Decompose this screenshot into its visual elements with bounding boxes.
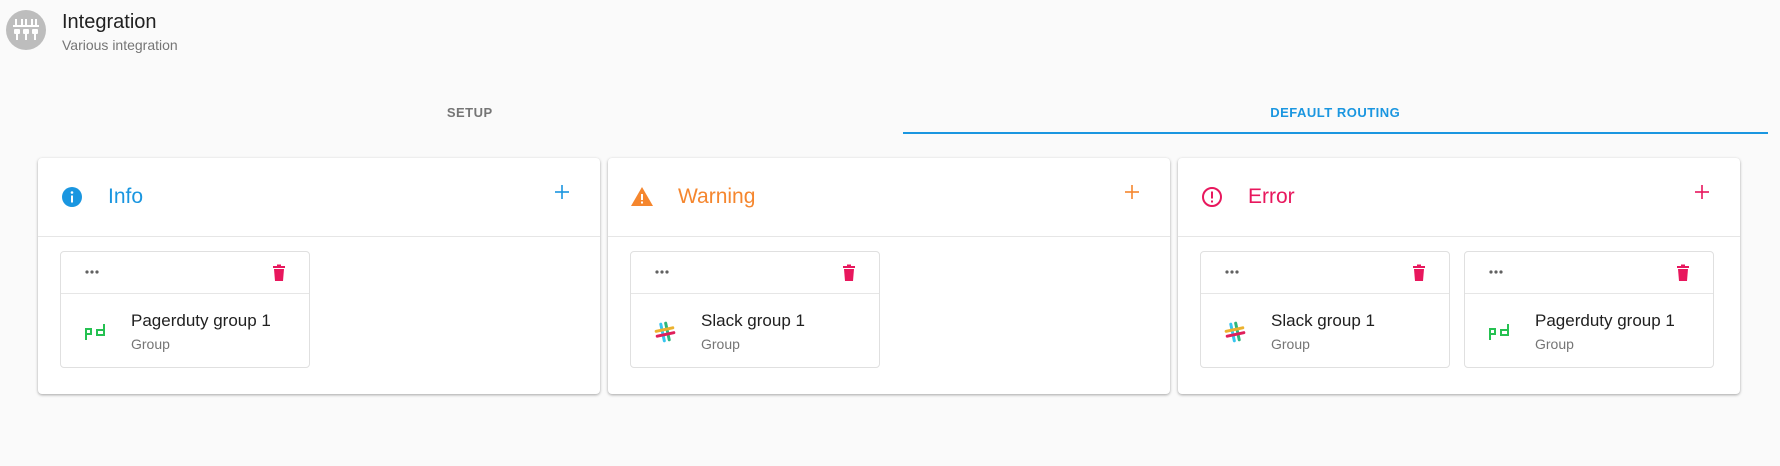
panel-title: Error [1248,185,1295,208]
routing-panels: Info Pagerduty group 1 Group Warning Sla… [38,158,1740,394]
delete-icon[interactable] [271,264,287,282]
panel-title: Warning [678,185,756,208]
panel-body: Slack group 1 Group [1178,237,1740,382]
plus-icon [1695,185,1709,199]
tab-setup[interactable]: SETUP [37,90,903,134]
panel-body: Slack group 1 Group [608,237,1170,382]
integration-card: Pagerduty group 1 Group [1464,251,1714,368]
add-button[interactable] [1118,178,1146,206]
panel-header: Error [1178,158,1740,237]
integration-card: Slack group 1 Group [1200,251,1450,368]
delete-icon[interactable] [841,264,857,282]
card-name: Slack group 1 [1271,311,1375,330]
tab-default-routing[interactable]: DEFAULT ROUTING [902,90,1769,134]
error-icon [1200,185,1224,209]
integration-card: Slack group 1 Group [630,251,880,368]
tab-bar: SETUP DEFAULT ROUTING [37,90,1768,134]
integration-plugs-icon [6,10,46,50]
pagerduty-logo [85,324,105,340]
slack-logo [654,321,676,343]
plus-icon [1125,185,1139,199]
card-type: Group [701,336,740,352]
info-icon [60,185,84,209]
add-button[interactable] [548,178,576,206]
card-name: Slack group 1 [701,311,805,330]
slack-logo [1224,321,1246,343]
more-icon[interactable] [83,265,101,279]
panel-header: Warning [608,158,1170,237]
panel-title: Info [108,185,144,208]
delete-icon[interactable] [1675,264,1691,282]
card-type: Group [1271,336,1310,352]
page-subtitle: Various integration [62,37,178,53]
card-name: Pagerduty group 1 [131,311,271,330]
panel-error: Error Slack group 1 Group Pagerduty grou… [1178,158,1740,394]
integration-card: Pagerduty group 1 Group [60,251,310,368]
panel-body: Pagerduty group 1 Group [38,237,600,382]
warning-icon [630,185,654,209]
panel-warning: Warning Slack group 1 Group [608,158,1170,394]
plus-icon [555,185,569,199]
page-title: Integration [62,11,157,33]
more-icon[interactable] [1487,265,1505,279]
page-header: Integration Various integration [6,10,178,54]
pagerduty-logo [1489,324,1509,340]
more-icon[interactable] [1223,265,1241,279]
card-type: Group [1535,336,1574,352]
more-icon[interactable] [653,265,671,279]
card-type: Group [131,336,170,352]
panel-info: Info Pagerduty group 1 Group [38,158,600,394]
delete-icon[interactable] [1411,264,1427,282]
panel-header: Info [38,158,600,237]
card-name: Pagerduty group 1 [1535,311,1675,330]
add-button[interactable] [1688,178,1716,206]
